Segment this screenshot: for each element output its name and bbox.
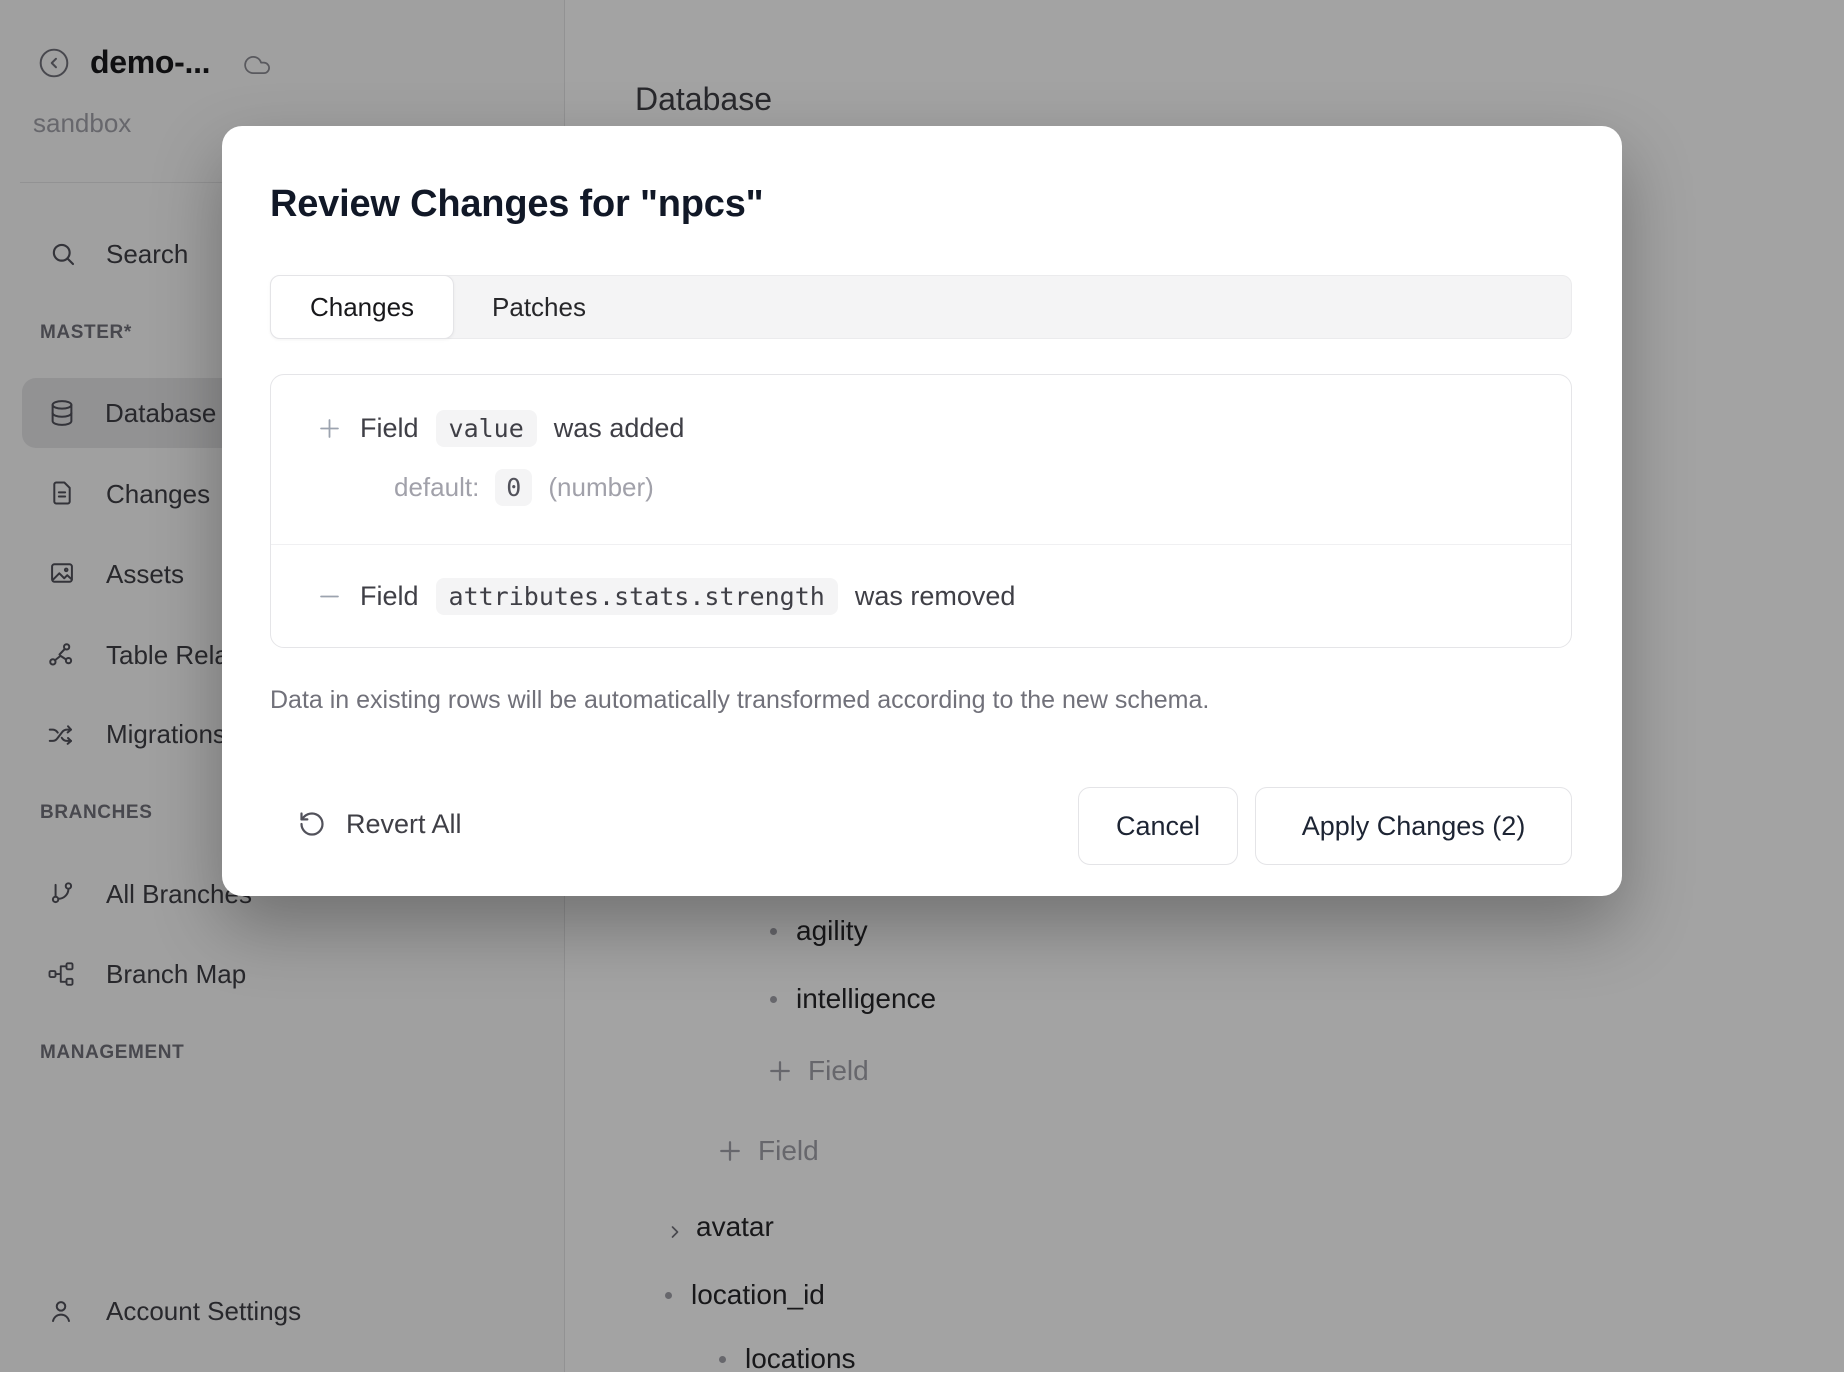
- row-divider: [271, 544, 1571, 545]
- change-suffix: was added: [554, 413, 685, 444]
- default-label: default:: [394, 472, 479, 503]
- change-prefix: Field: [360, 413, 419, 444]
- revert-all-button[interactable]: Revert All: [298, 798, 462, 850]
- apply-changes-button[interactable]: Apply Changes (2): [1255, 787, 1572, 865]
- field-name-chip: value: [436, 410, 537, 447]
- change-row-removed: Field attributes.stats.strength was remo…: [316, 569, 1015, 623]
- change-row-added: Field value was added: [316, 401, 684, 455]
- tab-changes[interactable]: Changes: [270, 275, 454, 339]
- app-root: demo-... sandbox Search MASTER*: [0, 0, 1844, 1372]
- change-suffix: was removed: [855, 581, 1016, 612]
- dialog-title: Review Changes for "npcs": [270, 183, 764, 226]
- transform-note: Data in existing rows will be automatica…: [270, 686, 1209, 715]
- default-type: (number): [548, 472, 653, 503]
- tab-bar: Changes Patches: [270, 275, 1572, 339]
- change-prefix: Field: [360, 581, 419, 612]
- review-changes-dialog: Review Changes for "npcs" Changes Patche…: [222, 126, 1622, 896]
- tab-label: Changes: [310, 292, 414, 323]
- minus-icon: [316, 583, 343, 610]
- cancel-button[interactable]: Cancel: [1078, 787, 1238, 865]
- field-name-chip: attributes.stats.strength: [436, 578, 838, 615]
- plus-icon: [316, 415, 343, 442]
- tab-patches[interactable]: Patches: [454, 275, 624, 339]
- tab-label: Patches: [492, 292, 586, 323]
- default-value-chip: 0: [495, 469, 532, 506]
- changes-list: Field value was added default: 0 (number…: [270, 374, 1572, 648]
- rotate-ccw-icon: [298, 810, 326, 838]
- revert-all-label: Revert All: [346, 809, 462, 840]
- change-default-detail: default: 0 (number): [394, 461, 654, 513]
